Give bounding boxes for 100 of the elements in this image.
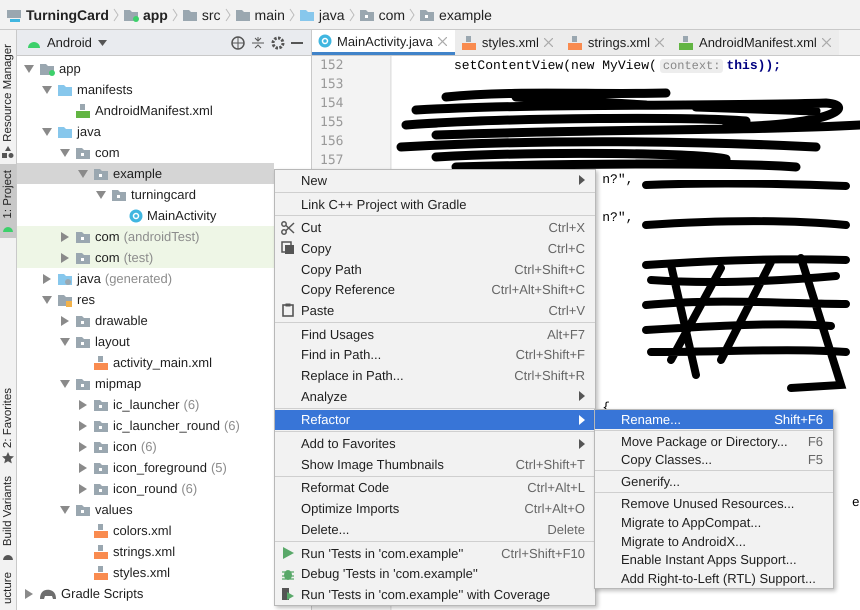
tree-row[interactable]: icon (6) <box>17 436 274 457</box>
tree-row[interactable]: colors.xml <box>17 520 274 541</box>
caret-right-icon[interactable] <box>79 420 87 430</box>
caret-down-icon[interactable] <box>98 40 107 46</box>
editor-tab[interactable]: MainActivity.java <box>312 30 455 55</box>
tree-row[interactable]: manifests <box>17 79 274 100</box>
close-icon[interactable] <box>438 36 447 46</box>
close-icon[interactable] <box>544 38 553 47</box>
menu-item[interactable]: Run 'Tests in 'com.example'' Ctrl+Shift+F10 <box>275 542 595 564</box>
close-icon[interactable] <box>655 38 664 47</box>
breadcrumb-item[interactable]: example <box>439 6 492 22</box>
caret-right-icon[interactable] <box>43 274 51 284</box>
menu-item[interactable]: Optimize Imports Ctrl+Alt+O <box>275 498 595 519</box>
caret-down-icon[interactable] <box>60 380 70 388</box>
side-tool-tab[interactable]: Resource Manager <box>0 38 16 164</box>
menu-item[interactable]: Paste Ctrl+V <box>275 300 595 321</box>
close-icon[interactable] <box>822 38 831 47</box>
tree-row[interactable]: MainActivity <box>17 205 274 226</box>
side-tool-tab[interactable]: 2: Favorites <box>0 382 16 470</box>
menu-item[interactable]: Copy Reference Ctrl+Alt+Shift+C <box>275 279 595 300</box>
menu-item[interactable]: Copy Classes... F5 <box>595 450 833 470</box>
menu-item[interactable]: Add Right-to-Left (RTL) Support... <box>595 569 833 588</box>
menu-item[interactable]: Copy Path Ctrl+Shift+C <box>275 258 595 280</box>
menu-item[interactable]: New <box>275 170 595 191</box>
caret-down-icon[interactable] <box>42 86 52 94</box>
tree-row[interactable]: AndroidManifest.xml <box>17 100 274 121</box>
menu-item[interactable]: Run 'Tests in 'com.example'' with Coverage <box>275 584 595 605</box>
breadcrumb-item[interactable]: src <box>202 6 221 22</box>
menu-item[interactable]: Delete... Delete <box>275 519 595 540</box>
menu-item[interactable]: Migrate to AndroidX... <box>595 532 833 551</box>
editor-tab[interactable]: styles.xml <box>454 30 561 55</box>
menu-item[interactable]: Enable Instant Apps Support... <box>595 550 833 570</box>
tree-row[interactable]: com <box>17 142 274 163</box>
caret-right-icon[interactable] <box>61 232 69 242</box>
caret-right-icon[interactable] <box>79 462 87 472</box>
menu-item[interactable]: Migrate to AppCompat... <box>595 512 833 532</box>
tree-row[interactable]: icon_foreground (5) <box>17 457 274 478</box>
menu-item[interactable]: Rename... Shift+F6 <box>595 410 833 429</box>
caret-down-icon[interactable] <box>96 190 106 198</box>
breadcrumb-item[interactable]: com <box>378 6 406 22</box>
menu-item[interactable]: Debug 'Tests in 'com.example'' <box>275 563 595 584</box>
tree-row[interactable]: activity_main.xml <box>17 352 274 373</box>
breadcrumb-item[interactable]: main <box>254 6 285 22</box>
caret-right-icon[interactable] <box>79 442 87 452</box>
breadcrumb-item[interactable]: java <box>318 6 345 22</box>
tree-row[interactable]: mipmap <box>17 373 274 394</box>
minimize-icon[interactable] <box>291 40 303 44</box>
tree-row[interactable]: ic_launcher_round (6) <box>17 415 274 436</box>
caret-down-icon[interactable] <box>42 128 52 136</box>
menu-item[interactable]: Remove Unused Resources... <box>595 494 833 513</box>
tree-row[interactable]: Gradle Scripts <box>17 583 274 604</box>
caret-right-icon[interactable] <box>25 588 33 598</box>
menu-item[interactable]: Reformat Code Ctrl+Alt+L <box>275 478 595 498</box>
collapse-all-icon[interactable] <box>251 36 265 50</box>
caret-right-icon[interactable] <box>61 252 69 262</box>
tree-row[interactable]: drawable <box>17 310 274 331</box>
caret-right-icon[interactable] <box>79 484 87 494</box>
side-tool-tab[interactable]: 1: Project <box>0 164 16 238</box>
editor-tab[interactable]: AndroidManifest.xml <box>672 30 839 55</box>
menu-item[interactable]: Refactor <box>275 410 595 430</box>
tree-row[interactable]: turningcard <box>17 184 274 205</box>
menu-item[interactable]: Link C++ Project with Gradle <box>275 194 595 214</box>
menu-item[interactable]: Generify... <box>595 472 833 492</box>
caret-right-icon[interactable] <box>79 400 87 410</box>
view-selector[interactable]: Android <box>47 35 92 50</box>
tree-row[interactable]: res <box>17 289 274 310</box>
tree-row[interactable]: layout <box>17 331 274 352</box>
tree-row[interactable]: com (test) <box>17 247 274 268</box>
menu-item[interactable]: Find Usages Alt+F7 <box>275 324 595 344</box>
tree-row[interactable]: strings.xml <box>17 541 274 562</box>
menu-item[interactable]: Find in Path... Ctrl+Shift+F <box>275 344 595 366</box>
menu-item[interactable]: Replace in Path... Ctrl+Shift+R <box>275 365 595 386</box>
caret-down-icon[interactable] <box>24 64 34 72</box>
tree-row[interactable]: app <box>17 58 274 79</box>
caret-down-icon[interactable] <box>42 296 52 304</box>
caret-down-icon[interactable] <box>60 506 70 514</box>
breadcrumb-item[interactable]: TurningCard <box>26 6 109 22</box>
menu-item[interactable]: Cut Ctrl+X <box>275 217 595 238</box>
editor-tab[interactable]: strings.xml <box>560 30 672 55</box>
tree-row[interactable]: com (androidTest) <box>17 226 274 247</box>
menu-item[interactable]: Copy Ctrl+C <box>275 238 595 259</box>
tree-row[interactable]: example <box>17 163 274 184</box>
tree-row[interactable]: java (generated) <box>17 268 274 289</box>
tree-row[interactable]: java <box>17 121 274 142</box>
menu-item[interactable]: Move Package or Directory... F6 <box>595 432 833 451</box>
breadcrumb-item[interactable]: app <box>142 6 168 22</box>
menu-item[interactable]: Add to Favorites <box>275 433 595 454</box>
tree-row[interactable]: values <box>17 499 274 520</box>
side-tool-tab[interactable]: Build Variants <box>0 470 16 566</box>
side-tool-tab[interactable]: ucture <box>0 566 16 610</box>
caret-right-icon[interactable] <box>61 316 69 326</box>
tree-row[interactable]: styles.xml <box>17 562 274 583</box>
tree-row[interactable]: icon_round (6) <box>17 478 274 499</box>
tree-row[interactable]: ic_launcher (6) <box>17 394 274 415</box>
caret-down-icon[interactable] <box>60 338 70 346</box>
caret-down-icon[interactable] <box>60 148 70 156</box>
menu-item[interactable]: Show Image Thumbnails Ctrl+Shift+T <box>275 454 595 475</box>
crosshair-icon[interactable] <box>231 36 245 50</box>
menu-item[interactable]: Analyze <box>275 386 595 407</box>
settings-icon[interactable] <box>271 36 285 50</box>
